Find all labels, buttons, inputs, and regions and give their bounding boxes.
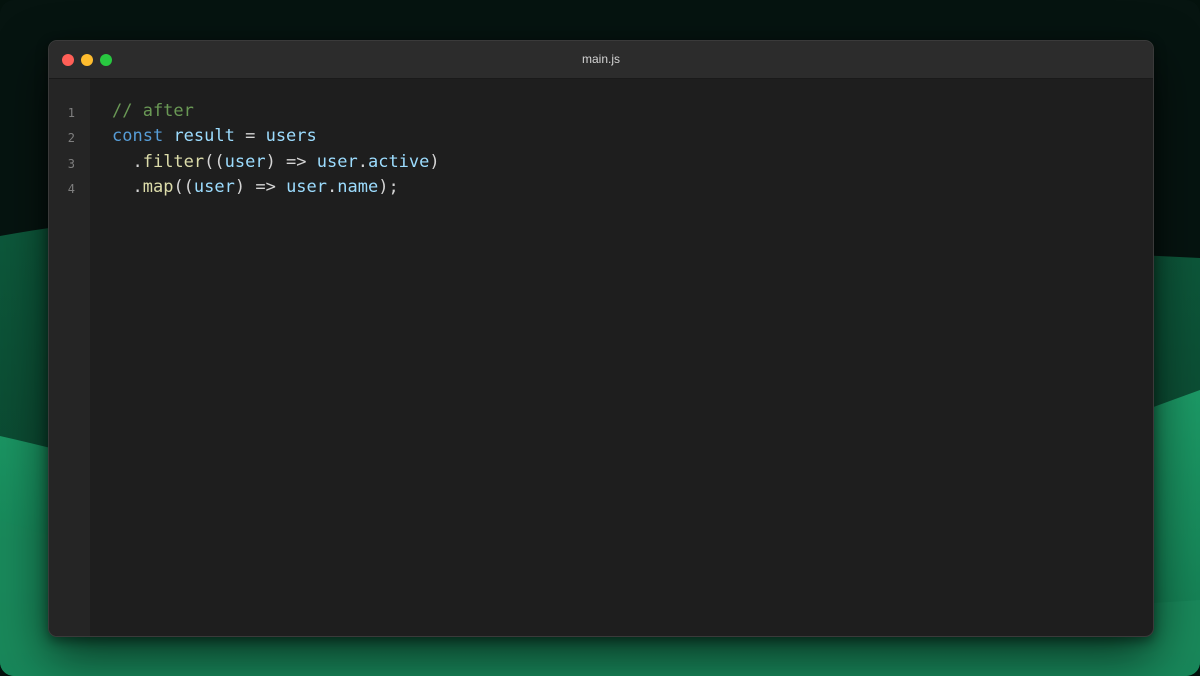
- line-number: 2: [67, 131, 75, 146]
- code-token: .: [112, 176, 143, 197]
- code-token: result: [173, 126, 235, 147]
- code-line[interactable]: const result = users: [112, 124, 440, 149]
- code-line[interactable]: .filter((user) => user.active): [112, 150, 440, 175]
- line-number: 4: [67, 181, 75, 196]
- editor-window: main.js 1 2 3 4 // after const result = user…: [48, 40, 1154, 637]
- code-editor[interactable]: // after const result = users .filter((us…: [112, 99, 440, 200]
- code-token: map: [142, 176, 174, 197]
- code-token: user: [193, 176, 235, 197]
- code-token: active: [367, 151, 430, 172]
- code-token: =: [234, 126, 266, 147]
- window-title: main.js: [581, 52, 620, 66]
- code-token: user: [316, 151, 358, 172]
- code-token: filter: [142, 151, 205, 172]
- code-token: ((: [173, 176, 194, 197]
- code-line[interactable]: // after: [112, 99, 440, 124]
- code-token: ((: [204, 151, 225, 172]
- code-token: ) =>: [234, 176, 287, 197]
- code-token: ) =>: [265, 151, 317, 172]
- line-number: 3: [67, 156, 75, 171]
- code-token: users: [265, 126, 317, 147]
- code-token: const: [112, 126, 164, 147]
- code-line[interactable]: .map((user) => user.name);: [112, 175, 440, 200]
- code-token: .: [327, 176, 338, 197]
- screen-background: main.js 1 2 3 4 // after const result = user…: [0, 0, 1200, 676]
- line-numbers: 1 2 3 4: [49, 101, 75, 202]
- code-token: // after: [112, 101, 194, 121]
- line-number: 1: [67, 106, 75, 120]
- window-titlebar[interactable]: main.js: [49, 41, 1153, 79]
- code-token: name: [337, 176, 379, 197]
- code-token: );: [378, 176, 399, 197]
- code-token: .: [357, 151, 368, 172]
- code-token: user: [286, 176, 328, 197]
- code-token: user: [224, 151, 266, 172]
- code-token: .: [112, 151, 143, 172]
- code-token: ): [429, 151, 440, 172]
